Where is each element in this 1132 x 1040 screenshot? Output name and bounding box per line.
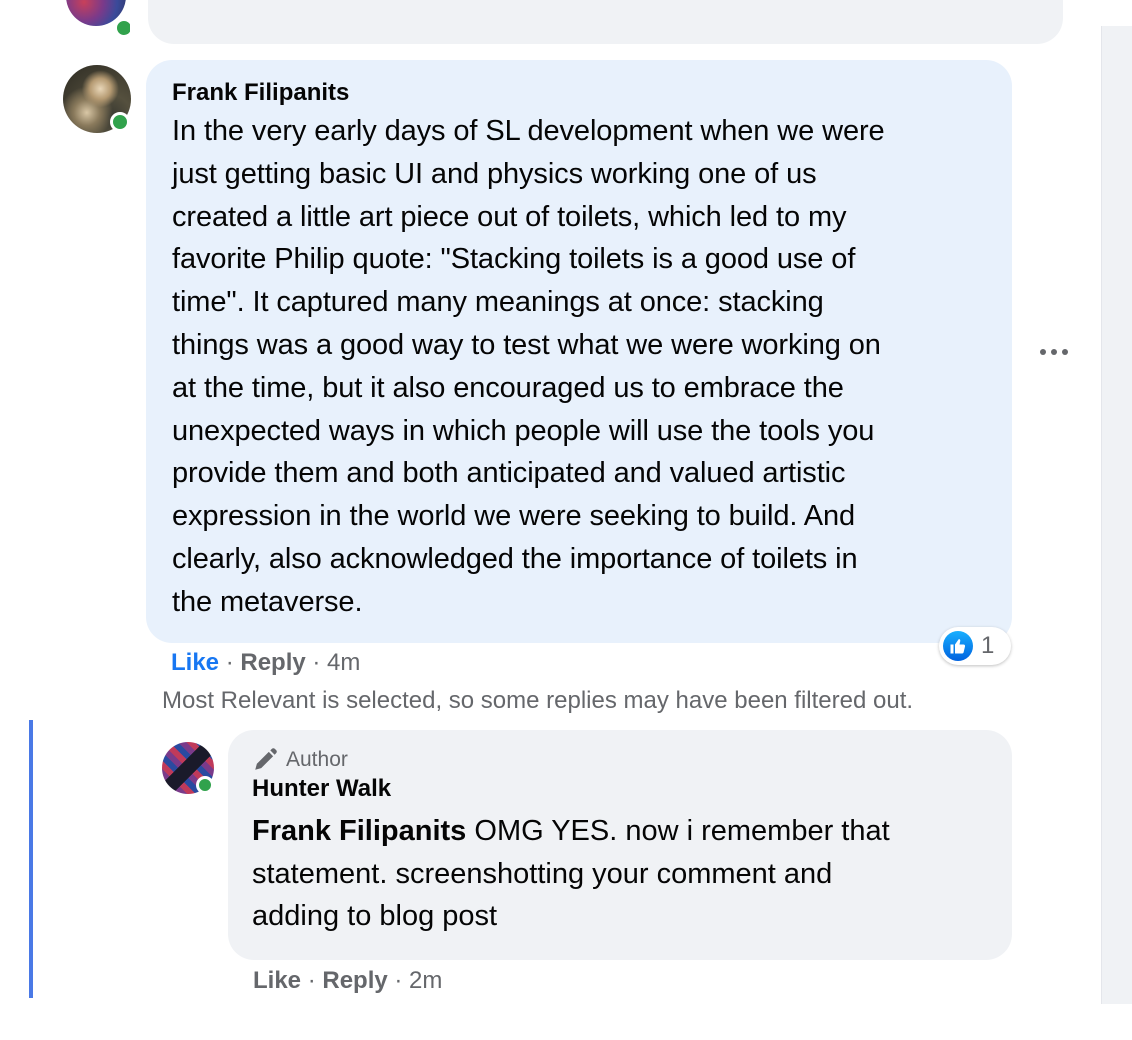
like-button[interactable]: Like [253, 967, 301, 994]
dot [1051, 349, 1057, 355]
comment-bubble: Frank Filipanits In the very early days … [146, 60, 1012, 643]
thumbs-up-icon [943, 631, 973, 661]
like-button[interactable]: Like [171, 649, 219, 676]
separator: · [387, 967, 410, 994]
comment-text: In the very early days of SL development… [172, 115, 885, 618]
online-status-dot [110, 112, 130, 132]
reply-bubble: Author Hunter Walk Frank Filipanits OMG … [228, 730, 1012, 960]
separator: · [219, 649, 241, 676]
reply-button[interactable]: Reply [240, 649, 305, 676]
author-badge-label: Author [286, 748, 348, 771]
comment-author-name[interactable]: Frank Filipanits [172, 78, 986, 108]
online-status-dot [196, 776, 214, 794]
comment-actions: Like · Reply · 4m [171, 648, 360, 678]
separator: · [305, 649, 328, 676]
separator: · [301, 967, 323, 994]
author-badge: Author [252, 746, 988, 774]
dot [1062, 349, 1068, 355]
filter-notice: Most Relevant is selected, so some repli… [162, 687, 914, 714]
reply-author-name[interactable]: Hunter Walk [252, 774, 988, 804]
right-rail [1101, 26, 1132, 1004]
timestamp[interactable]: 4m [327, 649, 360, 676]
mention-link[interactable]: Frank Filipanits [252, 815, 466, 847]
online-status-dot [114, 18, 130, 38]
reply-text: Frank Filipanits OMG YES. now i remember… [252, 810, 988, 938]
reaction-count: 1 [981, 632, 995, 659]
pencil-icon [255, 748, 277, 770]
reaction-count-badge[interactable]: 1 [939, 627, 1011, 665]
previous-comment-avatar[interactable] [62, 0, 130, 38]
more-options-button[interactable] [1036, 338, 1072, 366]
previous-comment-bubble [148, 0, 1063, 44]
timestamp[interactable]: 2m [409, 967, 442, 994]
reply-actions: Like · Reply · 2m [253, 966, 442, 996]
reply-button[interactable]: Reply [322, 967, 387, 994]
dot [1040, 349, 1046, 355]
thread-line [29, 720, 33, 998]
